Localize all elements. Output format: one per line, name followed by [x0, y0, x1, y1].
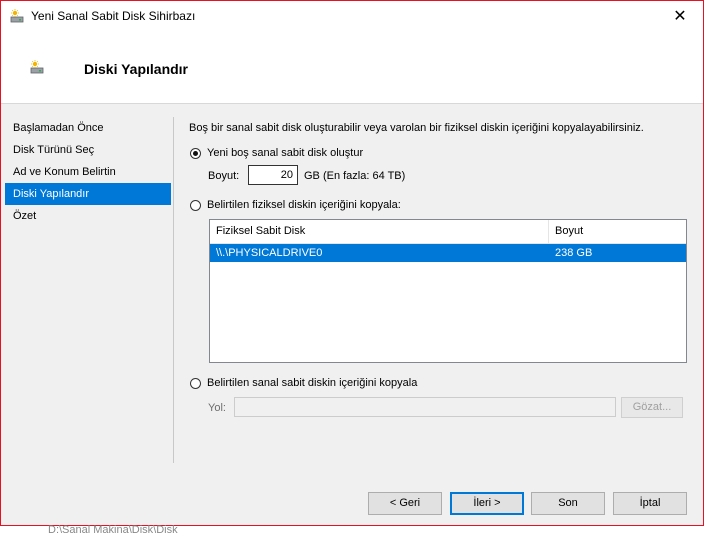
size-input[interactable]: 20	[248, 165, 298, 185]
close-button[interactable]: ✕	[657, 1, 703, 31]
disk-wizard-icon	[10, 9, 24, 23]
radio-button[interactable]	[190, 199, 201, 211]
radio-new-blank-disk[interactable]: Yeni boş sanal sabit disk oluştur	[190, 147, 363, 159]
radio-copy-virtual-disk[interactable]: Belirtilen sanal sabit diskin içeriğini …	[190, 377, 417, 389]
wizard-window: Yeni Sanal Sabit Disk Sihirbazı ✕ Diski …	[0, 0, 704, 526]
path-input[interactable]	[234, 397, 616, 417]
size-unit-label: GB (En fazla: 64 TB)	[304, 170, 406, 182]
path-label: Yol:	[208, 402, 226, 414]
close-icon: ✕	[673, 8, 687, 25]
column-header-size[interactable]: Boyut	[549, 220, 686, 243]
wizard-steps: Başlamadan Önce Disk Türünü Seç Ad ve Ko…	[5, 117, 171, 227]
radio-label: Yeni boş sanal sabit disk oluştur	[207, 147, 364, 159]
sidebar-item-before-you-begin[interactable]: Başlamadan Önce	[5, 117, 171, 139]
browse-button[interactable]: Gözat...	[621, 397, 683, 418]
sidebar-item-choose-disk-type[interactable]: Disk Türünü Seç	[5, 139, 171, 161]
wizard-header: Diski Yapılandır	[1, 31, 703, 104]
window-title: Yeni Sanal Sabit Disk Sihirbazı	[31, 9, 196, 23]
physical-disk-table[interactable]: Fiziksel Sabit Disk Boyut \\.\PHYSICALDR…	[209, 219, 687, 363]
disk-size-cell: 238 GB	[555, 247, 593, 259]
table-header: Fiziksel Sabit Disk Boyut	[210, 220, 686, 244]
next-button[interactable]: İleri >	[450, 492, 524, 515]
radio-button[interactable]	[190, 147, 201, 159]
sidebar-item-summary[interactable]: Özet	[5, 205, 171, 227]
sidebar-item-name-location[interactable]: Ad ve Konum Belirtin	[5, 161, 171, 183]
cancel-button[interactable]: İptal	[613, 492, 687, 515]
radio-button[interactable]	[190, 377, 201, 389]
disk-wizard-icon	[30, 60, 44, 74]
finish-button[interactable]: Son	[531, 492, 605, 515]
page-title: Diski Yapılandır	[84, 61, 189, 77]
table-row[interactable]: \\.\PHYSICALDRIVE0 238 GB	[210, 244, 686, 262]
back-button[interactable]: < Geri	[368, 492, 442, 515]
divider	[173, 117, 174, 463]
title-bar: Yeni Sanal Sabit Disk Sihirbazı ✕	[1, 1, 703, 31]
column-header-disk[interactable]: Fiziksel Sabit Disk	[210, 220, 549, 243]
radio-copy-physical-disk[interactable]: Belirtilen fiziksel diskin içeriğini kop…	[190, 199, 401, 211]
intro-text: Boş bir sanal sabit disk oluşturabilir v…	[189, 122, 644, 134]
disk-name-cell: \\.\PHYSICALDRIVE0	[216, 247, 323, 259]
radio-label: Belirtilen fiziksel diskin içeriğini kop…	[207, 199, 401, 211]
radio-label: Belirtilen sanal sabit diskin içeriğini …	[207, 377, 418, 389]
background-path-text: D:\Sanal Makina\Disk\Disk	[48, 525, 178, 536]
sidebar-item-configure-disk[interactable]: Diski Yapılandır	[5, 183, 171, 205]
size-label: Boyut:	[208, 170, 240, 182]
